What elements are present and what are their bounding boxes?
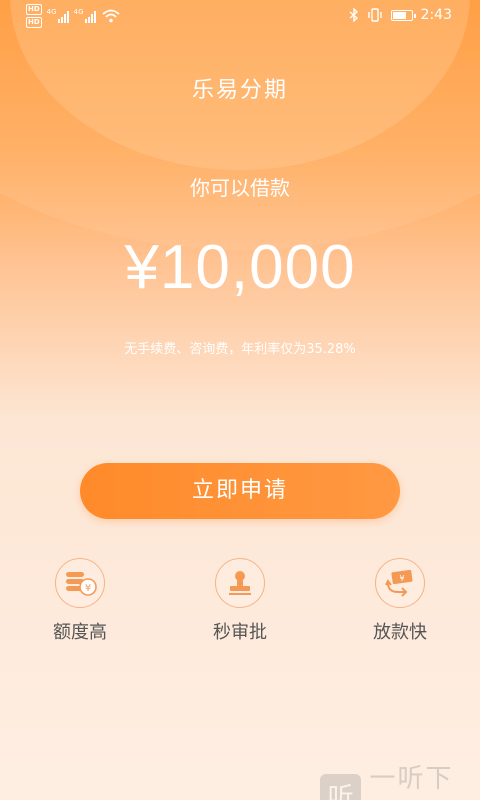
hd-badge-icon: HD [26, 17, 42, 28]
watermark-logo-icon: 听 [320, 774, 362, 800]
feature-label: 额度高 [53, 622, 107, 643]
stamp-icon [215, 558, 265, 608]
feature-label: 放款快 [373, 622, 427, 643]
battery-icon [390, 9, 416, 21]
watermark-text: 一听下载 [369, 764, 454, 794]
feature-high-limit: ¥ 额度高 [20, 558, 140, 644]
svg-text:¥: ¥ [399, 574, 404, 583]
bluetooth-icon [349, 8, 358, 22]
status-bar-left: HD HD 4G 4G [26, 4, 120, 28]
loan-label: 你可以借款 [190, 176, 290, 200]
app-screen: HD HD 4G 4G 2:43 乐易分期 你可以借款 ¥10,000 无手续费… [0, 0, 480, 800]
status-bar: HD HD 4G 4G 2:43 [0, 0, 480, 32]
hd-badge-icon: HD [26, 4, 42, 15]
feature-fast-approval: 秒审批 [180, 558, 300, 644]
svg-text:¥: ¥ [85, 583, 91, 594]
feature-label: 秒审批 [213, 622, 267, 643]
network-type-label: 4G [73, 8, 84, 16]
loan-amount: ¥10,000 [124, 233, 356, 302]
coins-icon: ¥ [55, 558, 105, 608]
hd-badges: HD HD [26, 4, 42, 28]
app-title: 乐易分期 [191, 78, 288, 103]
vibrate-icon [367, 8, 382, 22]
apply-now-button[interactable]: 立即申请 [80, 463, 400, 519]
money-transfer-icon: ¥ [375, 558, 425, 608]
cellular-signal-icon: 4G [73, 8, 96, 23]
watermark: 听 一听下载 [320, 758, 480, 800]
network-type-label: 4G [46, 8, 57, 16]
cellular-signal-icon: 4G [46, 8, 69, 23]
status-bar-right: 2:43 [349, 7, 452, 23]
wifi-icon [102, 9, 120, 23]
clock-time: 2:43 [420, 7, 452, 23]
battery-level-fill [392, 11, 407, 19]
fee-note: 无手续费、咨询费，年利率仅为35.28% [124, 342, 356, 357]
feature-fast-payout: ¥ 放款快 [340, 558, 460, 644]
